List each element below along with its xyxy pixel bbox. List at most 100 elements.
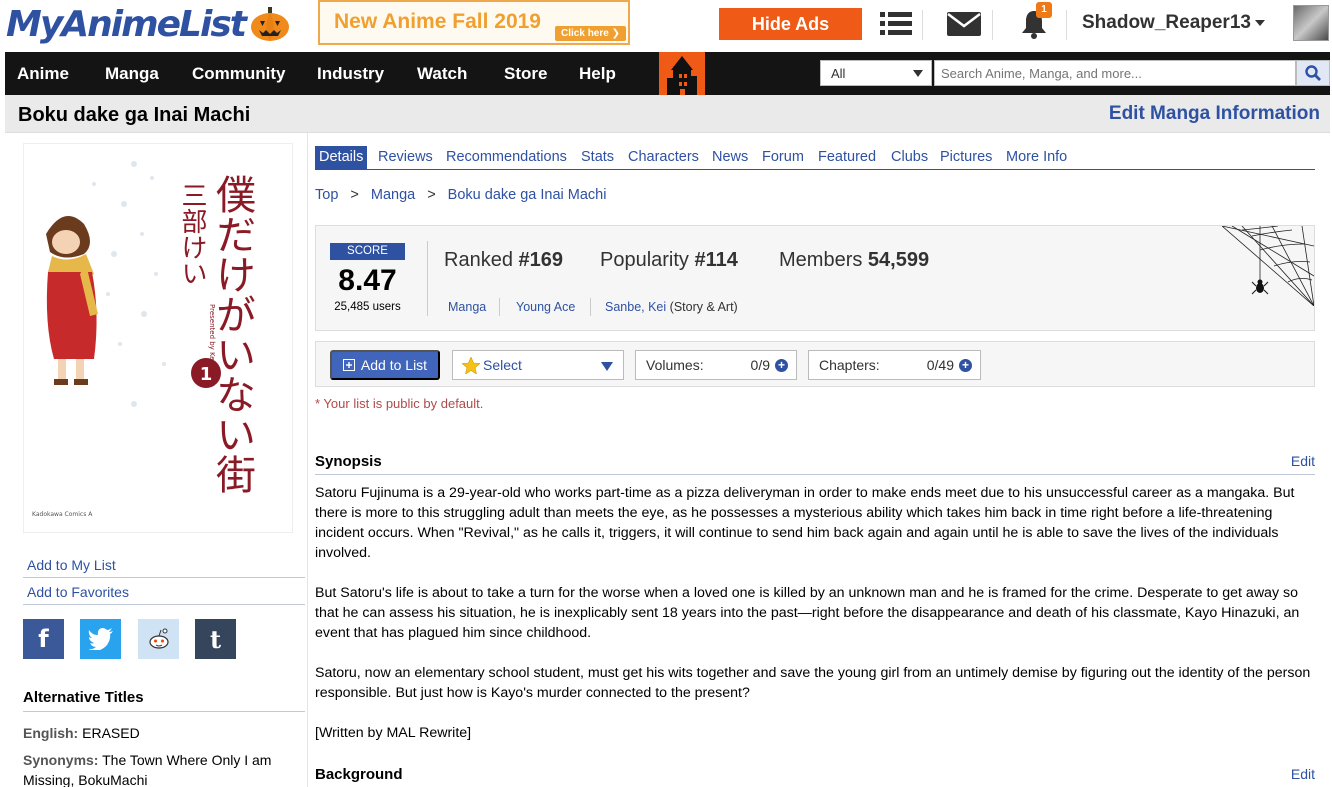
tab-forum[interactable]: Forum — [758, 146, 808, 170]
volumes-label: Volumes: — [646, 357, 704, 373]
divider — [23, 604, 305, 605]
main-nav: Anime Manga Community Industry Watch Sto… — [5, 52, 1330, 95]
avatar[interactable] — [1293, 5, 1329, 41]
svg-text:1: 1 — [200, 364, 213, 385]
add-to-my-list-link[interactable]: Add to My List — [27, 557, 116, 573]
synopsis-credit: [Written by MAL Rewrite] — [315, 725, 472, 741]
hide-ads-button[interactable]: Hide Ads — [719, 8, 862, 40]
english-value: ERASED — [82, 725, 140, 741]
svg-text:僕だけがいない街: 僕だけがいない街 — [209, 174, 256, 494]
spiderweb-icon — [1222, 226, 1314, 306]
edit-manga-info-link[interactable]: Edit Manga Information — [1109, 103, 1320, 125]
divider — [23, 711, 305, 712]
popularity-stat: Popularity #114 — [600, 249, 738, 272]
nav-anime[interactable]: Anime — [17, 64, 69, 84]
tab-pictures[interactable]: Pictures — [936, 146, 996, 170]
facebook-share-button[interactable]: f — [23, 619, 64, 659]
public-list-note: * Your list is public by default. — [315, 396, 484, 411]
members-stat: Members 54,599 — [779, 249, 929, 272]
list-controls: Add to List Select Volumes: 0/9 + Chapte… — [315, 341, 1315, 387]
search-icon — [1305, 65, 1321, 81]
title-bar: Boku dake ga Inai Machi Edit Manga Infor… — [5, 95, 1330, 133]
background-header: Background Edit — [315, 762, 1315, 787]
nav-community[interactable]: Community — [192, 64, 286, 84]
nav-help[interactable]: Help — [579, 64, 616, 84]
nav-store[interactable]: Store — [504, 64, 547, 84]
username-label: Shadow_Reaper13 — [1082, 12, 1251, 33]
magazine-link[interactable]: Young Ace — [516, 300, 575, 314]
synopsis-paragraph: Satoru Fujinuma is a 29-year-old who wor… — [315, 485, 1295, 561]
tab-details[interactable]: Details — [315, 146, 368, 170]
banner-click-here[interactable]: Click here ❯ — [555, 26, 626, 41]
synopsis-text: Satoru Fujinuma is a 29-year-old who wor… — [315, 483, 1315, 743]
tab-reviews[interactable]: Reviews — [374, 146, 437, 170]
nav-watch[interactable]: Watch — [417, 64, 467, 84]
edit-synopsis-link[interactable]: Edit — [1291, 453, 1315, 469]
ranked-value[interactable]: #169 — [519, 249, 564, 271]
breadcrumb-title[interactable]: Boku dake ga Inai Machi — [448, 187, 607, 203]
members-value[interactable]: 54,599 — [868, 249, 929, 271]
alt-titles-heading: Alternative Titles — [23, 689, 144, 706]
english-label: English: — [23, 725, 79, 741]
tab-recommendations[interactable]: Recommendations — [442, 146, 571, 170]
add-to-favorites-link[interactable]: Add to Favorites — [27, 584, 129, 600]
volumes-counter: Volumes: 0/9 + — [635, 350, 797, 380]
author-role: (Story & Art) — [669, 300, 738, 314]
synopsis-paragraph: Satoru, now an elementary school student… — [315, 665, 1311, 701]
nav-industry[interactable]: Industry — [317, 64, 384, 84]
banner-click-label: Click here — [561, 28, 609, 39]
search-button[interactable] — [1296, 60, 1330, 86]
svg-text:Kadokawa Comics A: Kadokawa Comics A — [32, 511, 93, 518]
score-value: 8.47 — [338, 264, 397, 297]
mail-icon[interactable] — [946, 8, 982, 40]
search-filter-value: All — [831, 66, 846, 81]
tumblr-icon: t — [209, 624, 222, 654]
chapters-label: Chapters: — [819, 357, 880, 373]
members-label: Members — [779, 249, 863, 271]
reddit-icon — [148, 628, 169, 649]
tab-stats[interactable]: Stats — [577, 146, 618, 170]
haunted-house-icon[interactable] — [659, 52, 705, 95]
list-icon[interactable] — [878, 8, 914, 40]
notification-bell-icon[interactable]: 1 — [1016, 2, 1052, 40]
tumblr-share-button[interactable]: t — [195, 619, 236, 659]
status-select[interactable]: Select — [452, 350, 624, 380]
cover-image[interactable]: 僕だけがいない街 三部けい Presented by Kei Sanbe 1 K… — [23, 143, 293, 533]
tab-characters[interactable]: Characters — [624, 146, 703, 170]
search-filter-select[interactable]: All — [820, 60, 932, 86]
ranked-label: Ranked — [444, 249, 513, 271]
fall-2019-banner[interactable]: New Anime Fall 2019 Click here ❯ — [318, 0, 630, 45]
score-users: 25,485 users — [334, 301, 401, 313]
tab-more-info[interactable]: More Info — [1002, 146, 1071, 170]
score-box: SCORE 8.47 25,485 users Ranked #169 Popu… — [315, 225, 1315, 331]
type-link[interactable]: Manga — [448, 300, 486, 314]
left-sidebar: 僕だけがいない街 三部けい Presented by Kei Sanbe 1 K… — [5, 133, 308, 787]
synonyms-label: Synonyms: — [23, 752, 99, 768]
plus-square-icon — [342, 359, 355, 371]
popularity-label: Popularity — [600, 249, 689, 271]
add-to-list-button[interactable]: Add to List — [330, 350, 440, 380]
chapters-increment-icon[interactable]: + — [959, 359, 972, 372]
header-divider — [922, 10, 923, 40]
site-logo[interactable]: MyAnimeList — [6, 2, 291, 46]
user-menu[interactable]: Shadow_Reaper13 — [1082, 12, 1265, 34]
svg-text:三部けい: 三部けい — [177, 182, 207, 286]
edit-background-link[interactable]: Edit — [1291, 766, 1315, 782]
author-link[interactable]: Sanbe, Kei — [605, 300, 666, 314]
notification-badge: 1 — [1036, 2, 1052, 18]
status-select-value: Select — [483, 357, 522, 373]
tab-featured[interactable]: Featured — [814, 146, 880, 170]
reddit-share-button[interactable] — [138, 619, 179, 659]
tab-clubs[interactable]: Clubs — [887, 146, 932, 170]
divider — [590, 298, 591, 316]
volumes-increment-icon[interactable]: + — [775, 359, 788, 372]
breadcrumb-manga[interactable]: Manga — [371, 187, 415, 203]
twitter-share-button[interactable] — [80, 619, 121, 659]
popularity-value[interactable]: #114 — [695, 249, 738, 271]
chapters-counter: Chapters: 0/49 + — [808, 350, 981, 380]
search-input[interactable] — [934, 60, 1296, 86]
nav-manga[interactable]: Manga — [105, 64, 159, 84]
tab-news[interactable]: News — [708, 146, 752, 170]
breadcrumb-top[interactable]: Top — [315, 187, 338, 203]
caret-down-icon — [913, 70, 923, 77]
